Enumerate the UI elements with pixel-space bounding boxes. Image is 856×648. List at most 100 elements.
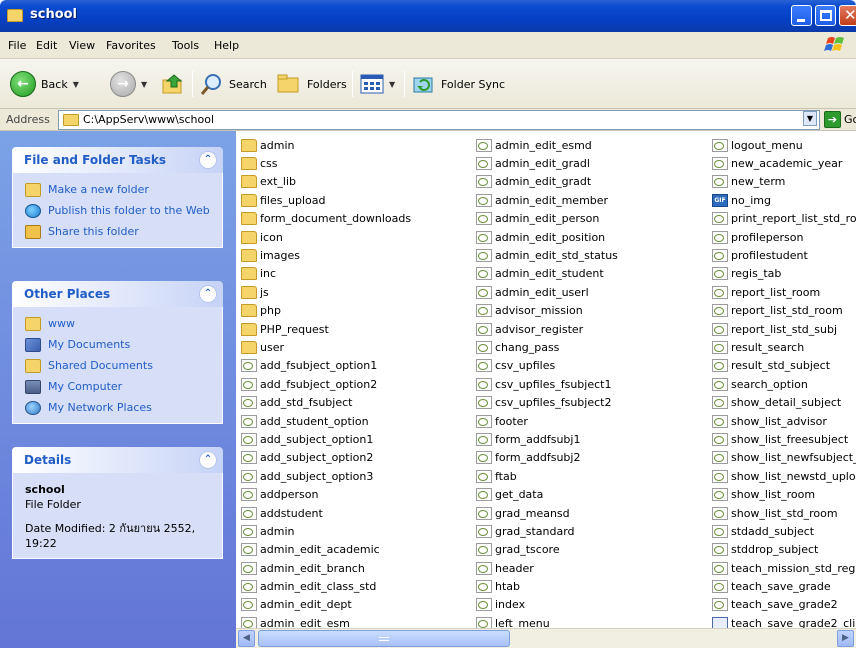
file-item[interactable]: grad_standard	[476, 522, 618, 540]
file-item[interactable]: grad_tscore	[476, 541, 618, 559]
file-item[interactable]: add_subject_option1	[241, 430, 411, 448]
file-item[interactable]: show_list_newfsubject_u	[712, 449, 856, 467]
www-link[interactable]: www	[25, 317, 212, 331]
minimize-button[interactable]	[791, 5, 812, 26]
file-item[interactable]: advisor_register	[476, 320, 618, 338]
file-item[interactable]: teach_save_grade2_clip	[712, 614, 856, 628]
file-item[interactable]: result_search	[712, 338, 856, 356]
folders-button[interactable]: Folders	[276, 68, 347, 100]
file-folder-tasks-header[interactable]: File and Folder Tasks ⌃	[12, 147, 223, 173]
file-item[interactable]: add_student_option	[241, 412, 411, 430]
scroll-thumb[interactable]	[258, 630, 510, 647]
close-button[interactable]: ✕	[839, 5, 856, 26]
details-header[interactable]: Details ⌃	[12, 447, 223, 473]
file-item[interactable]: get_data	[476, 485, 618, 503]
file-item[interactable]: admin_edit_userl	[476, 283, 618, 301]
menu-help[interactable]: Help	[214, 39, 239, 52]
file-item[interactable]: GIF no_img	[712, 191, 856, 209]
shared-documents-link[interactable]: Shared Documents	[25, 359, 212, 373]
file-item[interactable]: advisor_mission	[476, 302, 618, 320]
file-item[interactable]: csv_upfiles_fsubject2	[476, 393, 618, 411]
file-item[interactable]: footer	[476, 412, 618, 430]
file-item[interactable]: addperson	[241, 485, 411, 503]
file-item[interactable]: admin_edit_person	[476, 210, 618, 228]
collapse-icon[interactable]: ⌃	[199, 285, 217, 303]
file-item[interactable]: admin_edit_dept	[241, 596, 411, 614]
file-item[interactable]: add_subject_option3	[241, 467, 411, 485]
collapse-icon[interactable]: ⌃	[199, 151, 217, 169]
folder-item[interactable]: images	[241, 246, 411, 264]
file-item[interactable]: form_addfsubj2	[476, 449, 618, 467]
file-item[interactable]: result_std_subject	[712, 357, 856, 375]
make-new-folder-link[interactable]: Make a new folder	[25, 183, 212, 197]
folder-sync-button[interactable]: Folder Sync	[412, 68, 505, 100]
file-item[interactable]: chang_pass	[476, 338, 618, 356]
up-folder-button[interactable]	[160, 68, 186, 100]
file-item[interactable]: htab	[476, 577, 618, 595]
file-item[interactable]: admin_edit_member	[476, 191, 618, 209]
menu-edit[interactable]: Edit	[36, 39, 57, 52]
go-button[interactable]: ➔ Go	[824, 111, 856, 128]
address-dropdown-button[interactable]: ▼	[803, 111, 817, 126]
other-places-header[interactable]: Other Places ⌃	[12, 281, 223, 307]
file-item[interactable]: admin_edit_student	[476, 265, 618, 283]
my-documents-link[interactable]: My Documents	[25, 338, 212, 352]
menu-file[interactable]: File	[8, 39, 26, 52]
file-item[interactable]: admin_edit_esmd	[476, 136, 618, 154]
back-button[interactable]: ← Back ▼	[10, 68, 79, 100]
file-item[interactable]: show_detail_subject	[712, 393, 856, 411]
file-item[interactable]: admin_edit_class_std	[241, 577, 411, 595]
file-item[interactable]: csv_upfiles_fsubject1	[476, 375, 618, 393]
file-item[interactable]: admin_edit_std_status	[476, 246, 618, 264]
publish-folder-link[interactable]: Publish this folder to the Web	[25, 204, 212, 218]
title-bar[interactable]: school ✕	[0, 0, 856, 32]
file-item[interactable]: stdadd_subject	[712, 522, 856, 540]
file-item[interactable]: show_list_room	[712, 485, 856, 503]
file-item[interactable]: print_report_list_std_roo	[712, 210, 856, 228]
folder-item[interactable]: admin	[241, 136, 411, 154]
folder-item[interactable]: php	[241, 302, 411, 320]
file-item[interactable]: admin_edit_gradt	[476, 173, 618, 191]
file-item[interactable]: regis_tab	[712, 265, 856, 283]
folder-item[interactable]: user	[241, 338, 411, 356]
forward-button[interactable]: → ▼	[110, 68, 147, 100]
file-item[interactable]: report_list_std_room	[712, 302, 856, 320]
file-item[interactable]: teach_save_grade	[712, 577, 856, 595]
file-item[interactable]: add_subject_option2	[241, 449, 411, 467]
file-item[interactable]: teach_mission_std_regis	[712, 559, 856, 577]
file-item[interactable]: new_term	[712, 173, 856, 191]
folder-item[interactable]: files_upload	[241, 191, 411, 209]
file-item[interactable]: new_academic_year	[712, 154, 856, 172]
file-item[interactable]: teach_save_grade2	[712, 596, 856, 614]
maximize-button[interactable]	[815, 5, 836, 26]
file-item[interactable]: show_list_std_room	[712, 504, 856, 522]
address-input[interactable]: C:\AppServ\www\school	[58, 110, 820, 130]
views-button[interactable]: ▼	[360, 68, 395, 100]
folder-item[interactable]: form_document_downloads	[241, 210, 411, 228]
file-item[interactable]: csv_upfiles	[476, 357, 618, 375]
file-item[interactable]: admin_edit_branch	[241, 559, 411, 577]
scroll-right-button[interactable]: ▶	[837, 630, 854, 647]
file-item[interactable]: show_list_newstd_uploa	[712, 467, 856, 485]
file-item[interactable]: add_fsubject_option1	[241, 357, 411, 375]
file-item[interactable]: logout_menu	[712, 136, 856, 154]
file-item[interactable]: grad_meansd	[476, 504, 618, 522]
menu-tools[interactable]: Tools	[172, 39, 199, 52]
file-item[interactable]: admin_edit_position	[476, 228, 618, 246]
folder-item[interactable]: inc	[241, 265, 411, 283]
folder-item[interactable]: PHP_request	[241, 320, 411, 338]
menu-favorites[interactable]: Favorites	[106, 39, 156, 52]
file-item[interactable]: left_menu	[476, 614, 618, 628]
file-item[interactable]: stddrop_subject	[712, 541, 856, 559]
file-item[interactable]: report_list_std_subj	[712, 320, 856, 338]
file-item[interactable]: index	[476, 596, 618, 614]
share-folder-link[interactable]: Share this folder	[25, 225, 212, 239]
file-item[interactable]: admin	[241, 522, 411, 540]
file-item[interactable]: add_fsubject_option2	[241, 375, 411, 393]
file-item[interactable]: show_list_advisor	[712, 412, 856, 430]
file-item[interactable]: profileperson	[712, 228, 856, 246]
collapse-icon[interactable]: ⌃	[199, 451, 217, 469]
file-item[interactable]: admin_edit_esm	[241, 614, 411, 628]
file-item[interactable]: profilestudent	[712, 246, 856, 264]
scroll-left-button[interactable]: ◀	[238, 630, 255, 647]
